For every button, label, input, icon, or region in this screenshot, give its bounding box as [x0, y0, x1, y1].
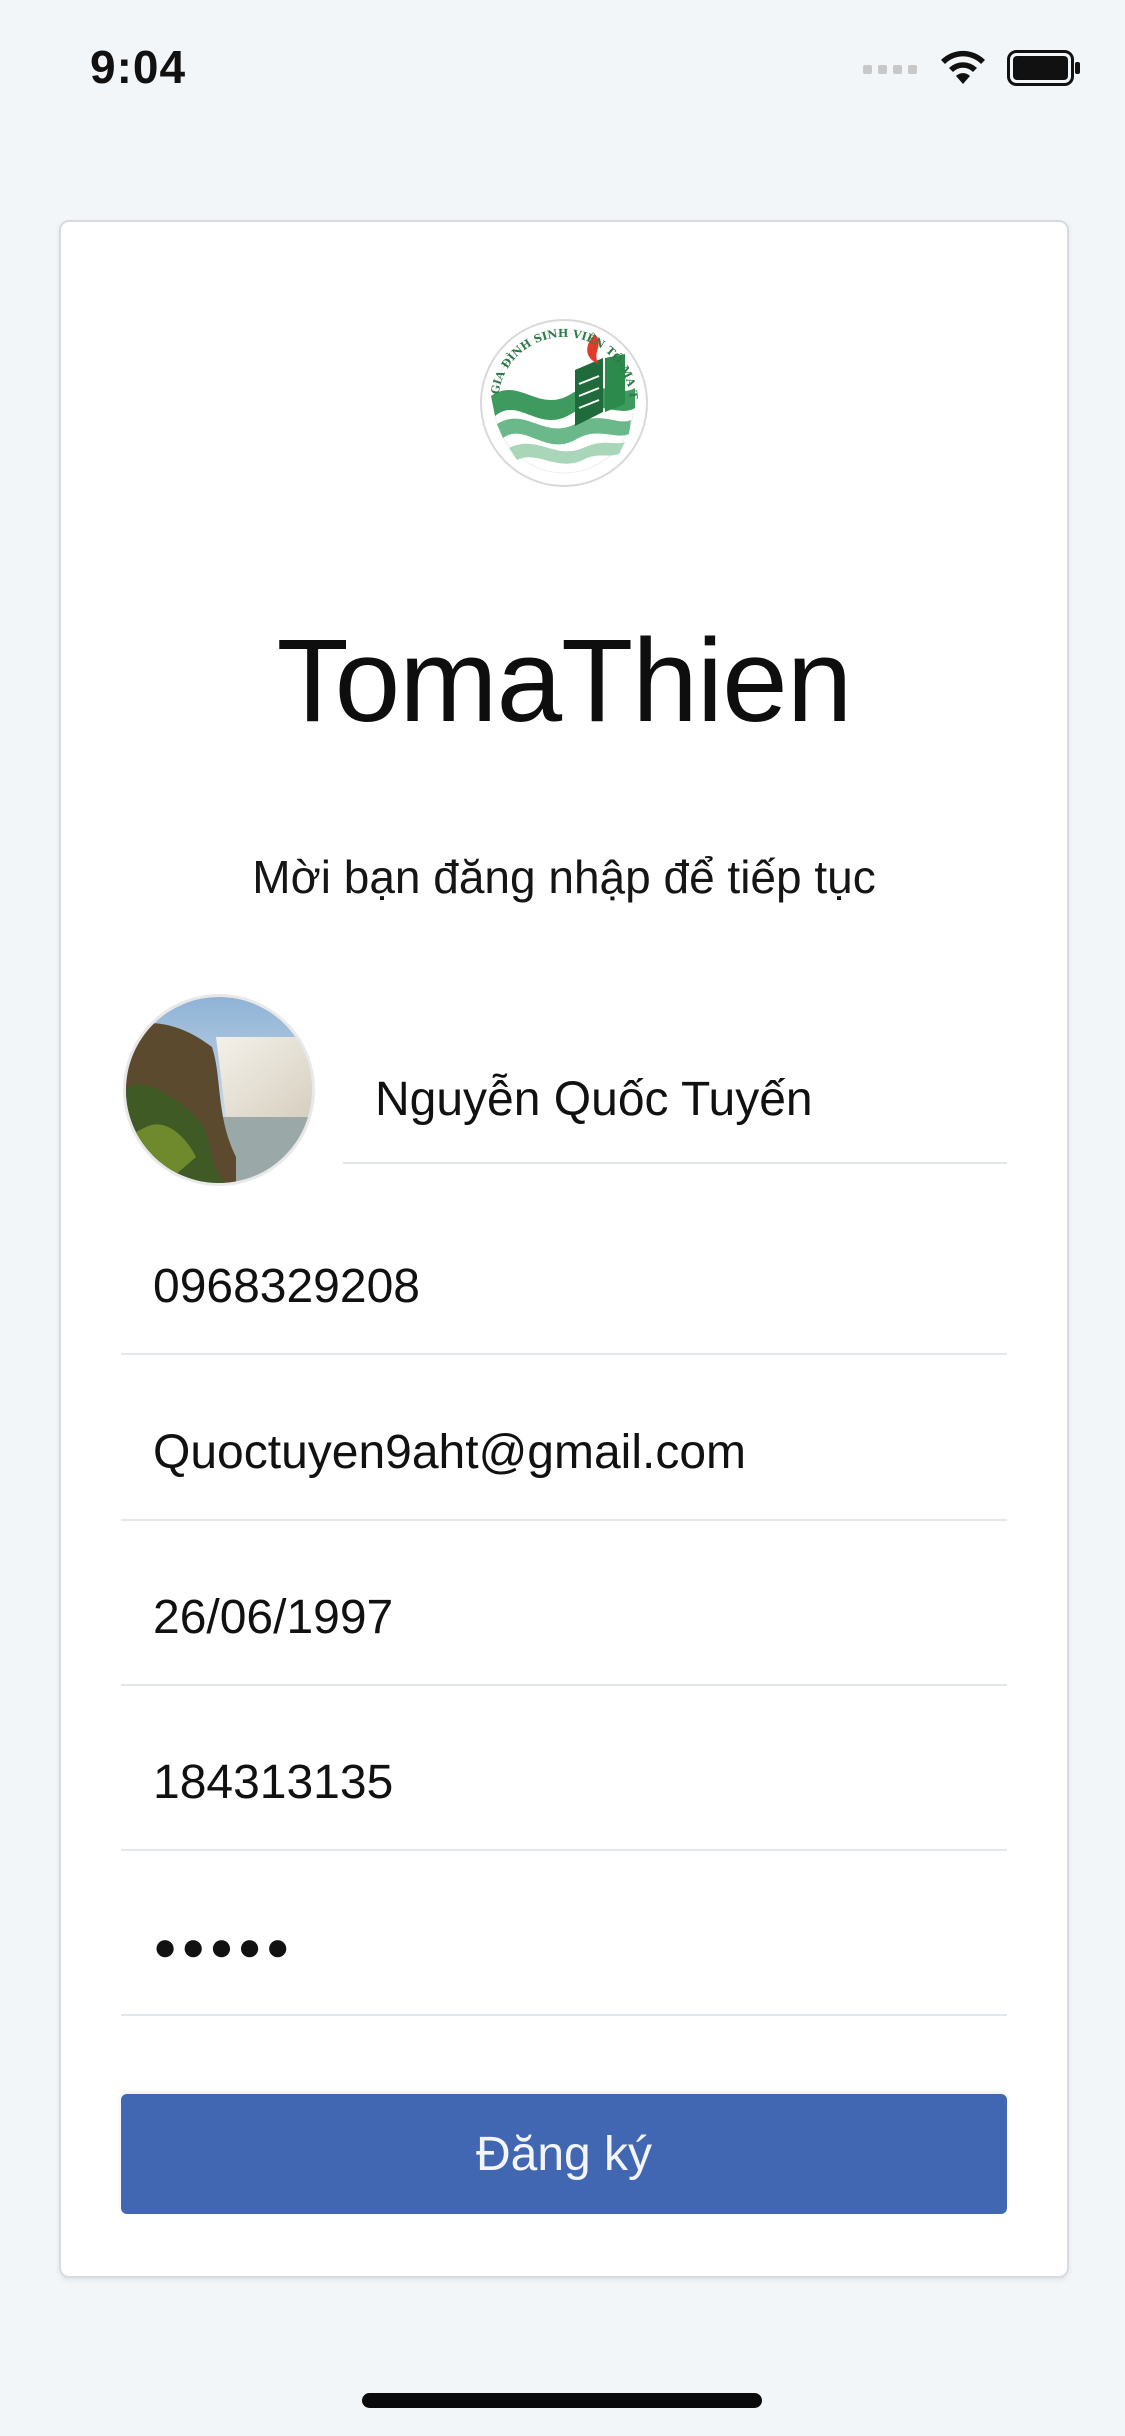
email-underline: [121, 1519, 1007, 1521]
login-prompt: Mời bạn đăng nhập để tiếp tục: [252, 851, 876, 903]
id-number-underline: [121, 1849, 1007, 1851]
password-underline: [121, 2014, 1007, 2016]
birthdate-input[interactable]: [153, 1585, 973, 1649]
status-time: 9:04: [90, 41, 187, 93]
cellular-signal-icon: [863, 60, 919, 81]
app-title: TomaThien: [276, 615, 853, 747]
status-icons: [863, 48, 1081, 92]
home-indicator: [362, 2393, 762, 2408]
full-name-input[interactable]: [375, 1067, 975, 1131]
email-input[interactable]: [153, 1420, 973, 1484]
birthdate-underline: [121, 1684, 1007, 1686]
user-avatar[interactable]: [123, 994, 315, 1186]
wifi-icon: [939, 50, 987, 91]
phone-underline: [121, 1353, 1007, 1355]
tomathien-logo: GIA ĐÌNH SINH VIÊN TÔ-MA THIỆN: [474, 303, 649, 492]
phone-input[interactable]: [153, 1254, 973, 1318]
id-number-input[interactable]: [153, 1750, 973, 1814]
user-avatar-photo: [126, 997, 312, 1183]
registration-card: GIA ĐÌNH SINH VIÊN TÔ-MA THIỆN TomaThien…: [59, 220, 1069, 2278]
battery-icon: [1007, 49, 1081, 91]
full-name-underline: [343, 1162, 1007, 1164]
status-bar: 9:04: [0, 0, 1125, 132]
password-input[interactable]: ●●●●●: [153, 1915, 973, 1979]
register-button[interactable]: Đăng ký: [121, 2094, 1007, 2214]
